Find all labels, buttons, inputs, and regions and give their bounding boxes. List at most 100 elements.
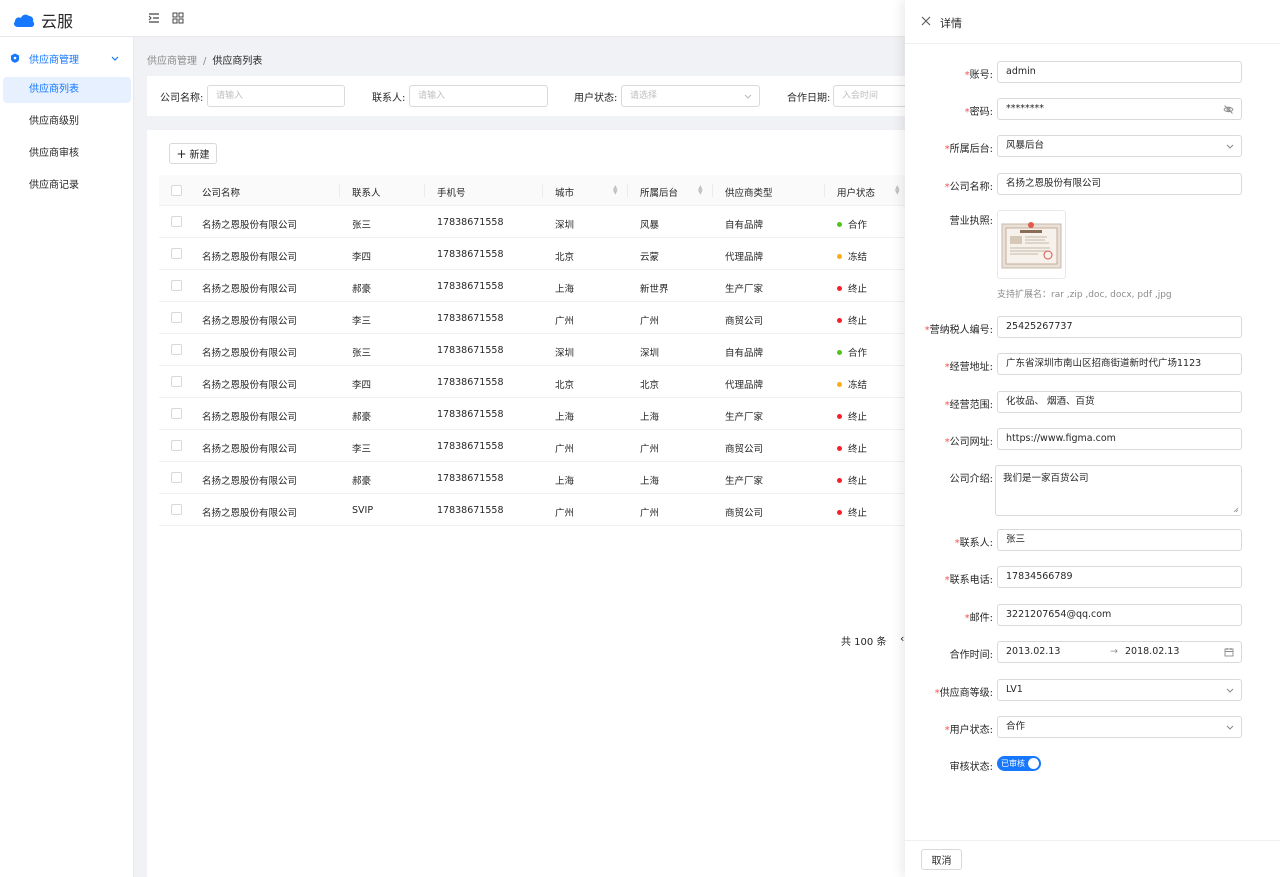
breadcrumb-separator: / [203,56,207,67]
email-input[interactable]: 3221207654@qq.com [997,604,1242,626]
cancel-button[interactable]: 取消 [921,849,962,870]
cell-city: 广州 [555,316,575,327]
cell-status: 合作 [837,217,867,231]
row-checkbox[interactable] [171,216,182,227]
date-filter-input[interactable]: 入会时间 [833,85,907,107]
row-checkbox[interactable] [171,376,182,387]
sort-icon[interactable]: ▲ ▼ [698,185,703,196]
sidebar-item-supplier-records[interactable]: 供应商记录 [3,173,131,199]
period-end[interactable]: 2018.02.13 [1125,642,1179,662]
table-row[interactable]: 名扬之恩股份有限公司 张三 17838671558 深圳 深圳 自有品牌 合作 [159,334,907,366]
drawer-title: 详情 [940,17,962,30]
period-start[interactable]: 2013.02.13 [1006,642,1060,662]
status-text: 终止 [848,476,868,487]
row-checkbox[interactable] [171,504,182,515]
address-input[interactable]: 广东省深圳市南山区招商街道新时代广场1123 [997,353,1242,375]
backend-select[interactable]: 风暴后台 [997,135,1242,157]
table-row[interactable]: 名扬之恩股份有限公司 郝豪 17838671558 上海 新世界 生产厂家 终止 [159,270,907,302]
app-logo[interactable]: 云服 [12,8,73,32]
col-header-status[interactable]: 用户状态 [837,185,875,199]
level-label: *供应商等级: [934,688,993,699]
cell-phone: 17838671558 [437,345,504,356]
select-all-checkbox[interactable] [171,185,182,196]
tax-input[interactable]: 25425267737 [997,316,1242,338]
sidebar-item-supplier-review[interactable]: 供应商审核 [3,141,131,167]
cell-city: 北京 [555,380,575,391]
app-title: 云服 [41,12,74,31]
cell-city: 北京 [555,252,575,263]
review-label: 审核状态: [949,762,993,773]
row-checkbox[interactable] [171,248,182,259]
cell-company: 名扬之恩股份有限公司 [202,348,298,359]
sidebar-group-supplier-management[interactable]: 供应商管理 [0,47,134,69]
table-row[interactable]: 名扬之恩股份有限公司 李三 17838671558 广州 广州 商贸公司 终止 [159,302,907,334]
cell-backend: 新世界 [640,284,669,295]
table-row[interactable]: 名扬之恩股份有限公司 李四 17838671558 北京 北京 代理品牌 冻结 [159,366,907,398]
status-select[interactable]: 合作 [997,716,1242,738]
new-supplier-button[interactable]: + 新建 [169,143,217,164]
contact-label: *联系人: [954,538,993,549]
company-filter-input[interactable]: 请输入 [207,85,345,107]
phone-input[interactable]: 17834566789 [997,566,1242,588]
table-row[interactable]: 名扬之恩股份有限公司 李三 17838671558 广州 广州 商贸公司 终止 [159,430,907,462]
row-checkbox[interactable] [171,472,182,483]
review-status-switch[interactable]: 已审核 [997,756,1041,771]
row-checkbox[interactable] [171,312,182,323]
cell-contact: 郝豪 [352,284,372,295]
cell-company: 名扬之恩股份有限公司 [202,220,298,231]
row-checkbox[interactable] [171,280,182,291]
cell-contact: 郝豪 [352,476,372,487]
eye-invisible-icon[interactable] [1223,104,1234,115]
pagination-prev-button[interactable]: ‹ [900,632,904,645]
table-row[interactable]: 名扬之恩股份有限公司 张三 17838671558 深圳 风暴 自有品牌 合作 [159,206,907,238]
status-dot-icon [837,510,842,515]
intro-textarea[interactable]: 我们是一家百货公司 [995,465,1242,516]
website-input[interactable]: https://www.figma.com [997,428,1242,450]
cell-phone: 17838671558 [437,217,504,228]
close-icon[interactable] [921,16,931,26]
cell-city: 上海 [555,284,575,295]
sort-icon[interactable]: ▲ ▼ [895,185,900,196]
company-input[interactable]: 名扬之恩股份有限公司 [997,173,1242,195]
table-row[interactable]: 名扬之恩股份有限公司 郝豪 17838671558 上海 上海 生产厂家 终止 [159,398,907,430]
cell-type: 代理品牌 [725,380,764,391]
breadcrumb-current: 供应商列表 [212,56,263,67]
row-checkbox[interactable] [171,440,182,451]
col-header-city[interactable]: 城市 [555,185,574,199]
col-header-backend[interactable]: 所属后台 [640,185,678,199]
level-select[interactable]: LV1 [997,679,1242,701]
table-row[interactable]: 名扬之恩股份有限公司 李四 17838671558 北京 云蒙 代理品牌 冻结 [159,238,907,270]
sidebar: 供应商管理 供应商列表 供应商级别 供应商审核 供应商记录 [0,37,134,877]
license-upload[interactable] [997,210,1066,279]
scope-input[interactable]: 化妆品、 烟酒、百货 [997,391,1242,413]
resize-grip-icon[interactable] [1233,507,1239,513]
breadcrumb-parent[interactable]: 供应商管理 [147,56,197,67]
sort-icon[interactable]: ▲ ▼ [613,185,618,196]
breadcrumb: 供应商管理 / 供应商列表 [147,52,262,67]
menu-fold-icon[interactable] [148,12,160,24]
status-dot-icon [837,446,842,451]
status-filter-select[interactable]: 请选择 [621,85,760,107]
row-checkbox[interactable] [171,344,182,355]
sidebar-item-supplier-list[interactable]: 供应商列表 [3,77,131,103]
apps-grid-icon[interactable] [172,12,184,24]
cell-contact: 郝豪 [352,412,372,423]
sidebar-group-label: 供应商管理 [29,54,79,66]
intro-label: 公司介绍: [949,474,993,485]
sidebar-item-supplier-level[interactable]: 供应商级别 [3,109,131,135]
password-label: *密码: [964,107,993,118]
row-checkbox[interactable] [171,408,182,419]
new-button-label: 新建 [189,150,210,161]
cell-city: 广州 [555,508,575,519]
table-row[interactable]: 名扬之恩股份有限公司 郝豪 17838671558 上海 上海 生产厂家 终止 [159,462,907,494]
contact-filter-input[interactable]: 请输入 [409,85,548,107]
col-header-company: 公司名称 [202,188,241,199]
table-row[interactable]: 名扬之恩股份有限公司 SVIP 17838671558 广州 广州 商贸公司 终… [159,494,907,526]
password-input[interactable]: ******** [997,98,1242,120]
contact-input[interactable]: 张三 [997,529,1242,551]
cell-contact: 李四 [352,252,372,263]
account-input[interactable]: admin [997,61,1242,83]
cell-type: 商贸公司 [725,508,764,519]
period-range-picker[interactable]: 2013.02.13 → 2018.02.13 [997,641,1242,663]
cell-backend: 深圳 [640,348,660,359]
